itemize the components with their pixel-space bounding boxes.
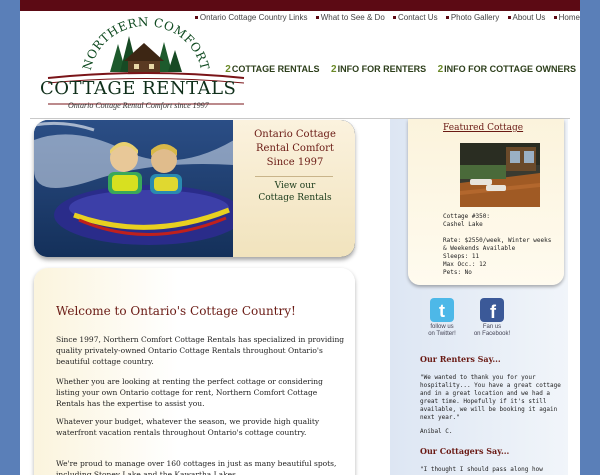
logo-tagline: Ontario Cottage Rental Comfort since 199…: [68, 101, 209, 110]
top-link-contact[interactable]: Contact Us: [393, 13, 438, 22]
quote-line: hospitality... You have a great cottage: [420, 382, 561, 389]
hero-banner: Ontario Cottage Rental Comfort Since 199…: [34, 120, 355, 257]
twitter-icon-glyph: t: [439, 301, 445, 321]
bullet-icon: [315, 16, 319, 20]
quote-line: and in a great location and we had a: [420, 390, 551, 397]
facebook-link[interactable]: f Fan us on Facebook!: [472, 298, 512, 338]
featured-cottage-sleeps: Sleeps: 11: [443, 253, 480, 260]
nav-cottage-rentals[interactable]: 2COTTAGE RENTALS: [225, 64, 320, 75]
top-bar: [20, 0, 580, 11]
welcome-paragraph: Whether you are looking at renting the p…: [56, 377, 323, 408]
top-link-what-to-see[interactable]: What to See & Do: [315, 13, 385, 22]
quote-line: available, we will be booking it again: [420, 406, 558, 413]
top-link-label: Home: [558, 13, 580, 22]
welcome-panel: Welcome to Ontario's Cottage Country! Si…: [34, 268, 355, 475]
welcome-paragraph: Since 1997, Northern Comfort Cottage Ren…: [56, 335, 345, 366]
top-link-label: Contact Us: [398, 13, 438, 22]
logo-main-text: COTTAGE RENTALS: [40, 78, 237, 99]
welcome-paragraph: Whatever your budget, whatever the seaso…: [56, 417, 320, 437]
top-link-label: About Us: [512, 13, 546, 22]
featured-cottage-lake: Cashel Lake: [443, 221, 483, 228]
hero-title-line: Since 1997: [266, 157, 324, 168]
twitter-caption-line: on Twitter!: [428, 331, 456, 337]
hero-side-panel: Ontario Cottage Rental Comfort Since 199…: [233, 120, 355, 257]
twitter-caption-line: follow us: [430, 324, 454, 330]
facebook-caption-line: Fan us: [482, 324, 502, 330]
top-link-home[interactable]: Home: [553, 13, 580, 22]
quote-line: next year.": [420, 414, 460, 421]
page-container: Ontario Cottage Country Links What to Se…: [20, 0, 580, 475]
cottagers-quote: "I thought I should pass along how: [420, 466, 543, 473]
welcome-paragraph: We're proud to manage over 160 cottages …: [56, 459, 337, 475]
twitter-icon: t: [430, 298, 454, 322]
hero-divider: [255, 176, 333, 177]
quote-line: "We wanted to thank you for your: [420, 374, 536, 381]
hero-title-line: Ontario Cottage: [254, 129, 336, 140]
main-nav: 2COTTAGE RENTALS 2INFO FOR RENTERS 2INFO…: [216, 64, 576, 75]
nav-number: 2: [225, 64, 231, 75]
cottagers-say-heading: Our Cottagers Say...: [420, 446, 510, 456]
cottage-photo-image: [460, 143, 540, 207]
nav-number: 2: [437, 64, 444, 75]
featured-cottage-rate: Rate: $2550/week, Winter weeks: [443, 237, 552, 244]
top-link-about[interactable]: About Us: [507, 13, 546, 22]
top-link-photo-gallery[interactable]: Photo Gallery: [445, 13, 500, 22]
nav-label: INFO FOR COTTAGE OWNERS: [444, 64, 576, 74]
nav-label: COTTAGE RENTALS: [231, 64, 320, 74]
nav-label: INFO FOR RENTERS: [337, 64, 427, 74]
featured-cottage-title[interactable]: Featured Cottage: [443, 123, 523, 133]
bullet-icon: [393, 16, 396, 20]
twitter-caption: follow us on Twitter!: [422, 324, 462, 338]
hero-title: Ontario Cottage Rental Comfort Since 199…: [241, 128, 349, 170]
hero-link-line: Cottage Rentals: [258, 193, 332, 203]
featured-cottage-availability: & Weekends Available: [443, 245, 516, 252]
bullet-icon: [553, 16, 557, 20]
bullet-icon: [445, 16, 449, 20]
facebook-icon: f: [480, 298, 504, 322]
facebook-caption-line: on Facebook!: [473, 331, 511, 337]
nav-info-for-owners[interactable]: 2INFO FOR COTTAGE OWNERS: [437, 64, 576, 75]
top-link-label: What to See & Do: [320, 13, 385, 22]
hero-photo: [34, 120, 244, 257]
nav-info-for-renters[interactable]: 2INFO FOR RENTERS: [331, 64, 427, 75]
hero-title-line: Rental Comfort: [256, 143, 334, 154]
featured-cottage-number: Cottage #350:: [443, 213, 490, 220]
featured-cottage-box: Featured Cottage Cottage #350: Cashel La…: [408, 119, 564, 285]
featured-cottage-photo[interactable]: [460, 143, 540, 207]
svg-text:f: f: [490, 302, 497, 322]
bullet-icon: [507, 16, 511, 20]
facebook-icon-glyph: f: [490, 302, 497, 322]
renters-say-heading: Our Renters Say...: [420, 354, 501, 364]
hero-link-line: View our: [274, 181, 316, 191]
twitter-link[interactable]: t follow us on Twitter!: [422, 298, 462, 338]
quote-line: great time. Hopefully if it's still: [420, 398, 547, 405]
top-link-label: Photo Gallery: [450, 13, 500, 22]
featured-cottage-max-occupancy: Max Occ.: 12: [443, 261, 487, 268]
facebook-caption: Fan us on Facebook!: [472, 324, 512, 338]
welcome-heading: Welcome to Ontario's Cottage Country!: [56, 304, 296, 318]
svg-text:t: t: [439, 301, 445, 321]
nav-number: 2: [331, 64, 337, 75]
featured-cottage-pets: Pets: No: [443, 269, 472, 276]
renters-quote: "We wanted to thank you for your hospita…: [420, 374, 565, 422]
view-cottage-rentals-link[interactable]: View our Cottage Rentals: [241, 180, 349, 204]
renters-quote-author: Anibal C.: [420, 428, 453, 435]
